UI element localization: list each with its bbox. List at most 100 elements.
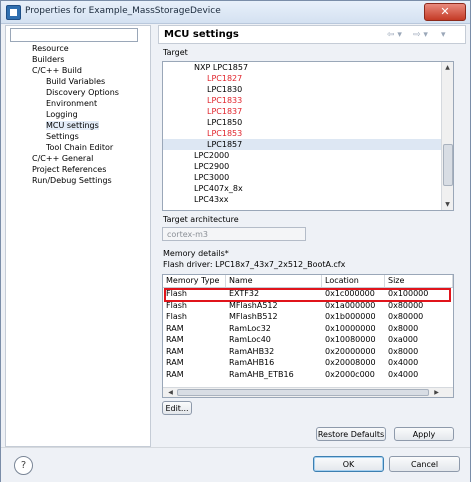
table-cell: 0x4000 (388, 358, 419, 367)
table-cell: RamAHB32 (229, 346, 275, 356)
nav-item[interactable]: Tool Chain Editor (6, 142, 150, 153)
nav-item[interactable]: Build Variables (6, 76, 150, 87)
flash-driver-label: Flash driver: LPC18x7_43x7_2x512_BootA.c… (163, 260, 346, 269)
table-cell: 0xa000 (388, 335, 418, 344)
table-cell: 0x20008000 (325, 358, 376, 367)
nav-item-label: Settings (46, 132, 79, 141)
nav-item[interactable]: Resource (6, 43, 150, 54)
table-cell: Flash (166, 312, 187, 321)
target-item[interactable]: LPC1833 (163, 95, 453, 106)
nav-item[interactable]: C/C++ General (6, 153, 150, 164)
cancel-button[interactable]: Cancel (389, 456, 460, 472)
restore-defaults-button[interactable]: Restore Defaults (316, 427, 386, 441)
table-cell: 0x8000 (388, 323, 419, 333)
nav-item-label: Build Variables (46, 77, 106, 86)
target-label: Target (163, 48, 188, 57)
table-cell: RamLoc32 (229, 323, 271, 333)
table-row[interactable]: RAM RamAHB16 0x20008000 0x4000 (163, 357, 453, 368)
scroll-down-icon[interactable]: ▼ (442, 199, 453, 210)
h-scroll-thumb[interactable] (177, 389, 429, 396)
table-row[interactable]: RAM RamAHB32 0x20000000 0x8000 (163, 346, 453, 357)
table-row[interactable]: Flash MFlashB512 0x1b000000 0x80000 (163, 311, 453, 322)
back-button[interactable]: ⇦ ▾ (387, 30, 402, 40)
target-item[interactable]: NXP LPC1857 (163, 62, 453, 73)
close-button[interactable]: ✕ (424, 3, 466, 21)
filter-input[interactable] (10, 28, 138, 42)
page-title: MCU settings (164, 29, 239, 40)
nav-item[interactable]: Run/Debug Settings (6, 175, 150, 186)
target-scrollbar[interactable]: ▲ ▼ (441, 62, 453, 210)
app-icon (6, 5, 21, 20)
nav-item[interactable]: C/C++ Build (6, 65, 150, 76)
architecture-label: Target architecture (163, 215, 239, 224)
table-cell: 0x2000c000 (325, 369, 375, 379)
table-cell: 0x8000 (388, 346, 419, 356)
memory-h-scrollbar[interactable]: ◀ ▶ (163, 387, 453, 397)
nav-item-label: Tool Chain Editor (46, 143, 114, 152)
apply-button[interactable]: Apply (394, 427, 454, 441)
nav-item[interactable]: Logging (6, 109, 150, 120)
nav-item[interactable]: MCU settings (6, 120, 150, 131)
table-row[interactable]: RAM RamLoc32 0x10000000 0x8000 (163, 323, 453, 334)
nav-item-label: Project References (32, 165, 107, 174)
nav-item-label: Environment (46, 99, 98, 108)
scroll-thumb[interactable] (443, 144, 453, 186)
target-item[interactable]: LPC1837 (163, 106, 453, 117)
target-list[interactable]: NXP LPC1857 LPC1827 LPC1830 LPC1833 LPC1837 L… (162, 61, 454, 211)
table-cell: RAM (166, 358, 184, 367)
target-item[interactable]: LPC43xx (163, 194, 453, 205)
table-cell: RAM (166, 369, 184, 379)
nav-item[interactable]: Settings (6, 131, 150, 142)
table-cell: MFlashB512 (229, 312, 278, 321)
table-cell: RAM (166, 335, 184, 344)
settings-page: MCU settings ⇦ ▾ ⇨ ▾ ▾ Target NXP LPC185… (158, 25, 466, 445)
table-row[interactable]: RAM RamLoc40 0x10080000 0xa000 (163, 334, 453, 345)
table-row[interactable]: RAM RamAHB_ETB16 0x2000c000 0x4000 (163, 369, 453, 380)
architecture-field: cortex-m3 (162, 227, 306, 241)
page-menu-button[interactable]: ▾ (441, 30, 446, 40)
table-cell: 0x10080000 (325, 335, 376, 344)
highlight-box (164, 288, 451, 302)
memory-details-label: Memory details* (163, 249, 229, 258)
nav-item[interactable]: Builders (6, 54, 150, 65)
target-item[interactable]: LPC2000 (163, 150, 453, 161)
table-cell: RamAHB_ETB16 (229, 369, 294, 379)
nav-item-label: Run/Debug Settings (32, 176, 112, 185)
nav-item[interactable]: Environment (6, 98, 150, 109)
nav-item[interactable]: Discovery Options (6, 87, 150, 98)
memory-table-header: Memory Type Name Location Size (163, 275, 453, 288)
table-cell: RamAHB16 (229, 358, 275, 367)
properties-dialog: Properties for Example_MassStorageDevice… (0, 0, 471, 482)
target-item[interactable]: LPC1857 (163, 139, 453, 150)
memory-table[interactable]: Memory Type Name Location Size Flash EXTF… (162, 274, 454, 398)
nav-item[interactable]: Project References (6, 164, 150, 175)
nav-item-label: C/C++ General (32, 154, 94, 163)
col-size[interactable]: Size (385, 275, 453, 287)
scroll-up-icon[interactable]: ▲ (442, 62, 453, 73)
target-item[interactable]: LPC1850 (163, 117, 453, 128)
table-cell: 0x4000 (388, 369, 419, 379)
panel-divider[interactable] (152, 25, 156, 445)
target-item[interactable]: LPC1830 (163, 84, 453, 95)
nav-item-label: Logging (46, 110, 78, 119)
target-item[interactable]: LPC3000 (163, 172, 453, 183)
edit-button[interactable]: Edit... (162, 401, 192, 415)
target-item[interactable]: LPC1853 (163, 128, 453, 139)
forward-button[interactable]: ⇨ ▾ (413, 30, 428, 40)
col-location[interactable]: Location (322, 275, 385, 287)
help-icon[interactable]: ? (14, 456, 33, 475)
target-item[interactable]: LPC1827 (163, 73, 453, 84)
title-bar[interactable]: Properties for Example_MassStorageDevice… (1, 1, 470, 24)
nav-item-label: Builders (32, 55, 65, 64)
col-memory-type[interactable]: Memory Type (163, 275, 226, 287)
scroll-left-icon[interactable]: ◀ (165, 387, 176, 397)
window-title: Properties for Example_MassStorageDevice (25, 6, 221, 16)
target-item[interactable]: LPC2900 (163, 161, 453, 172)
scroll-right-icon[interactable]: ▶ (431, 387, 442, 397)
ok-button[interactable]: OK (313, 456, 384, 472)
col-name[interactable]: Name (226, 275, 322, 287)
nav-item-label: C/C++ Build (32, 66, 82, 75)
table-cell: 0x20000000 (325, 346, 376, 356)
table-cell: 0x80000 (388, 312, 424, 321)
target-item[interactable]: LPC407x_8x (163, 183, 453, 194)
